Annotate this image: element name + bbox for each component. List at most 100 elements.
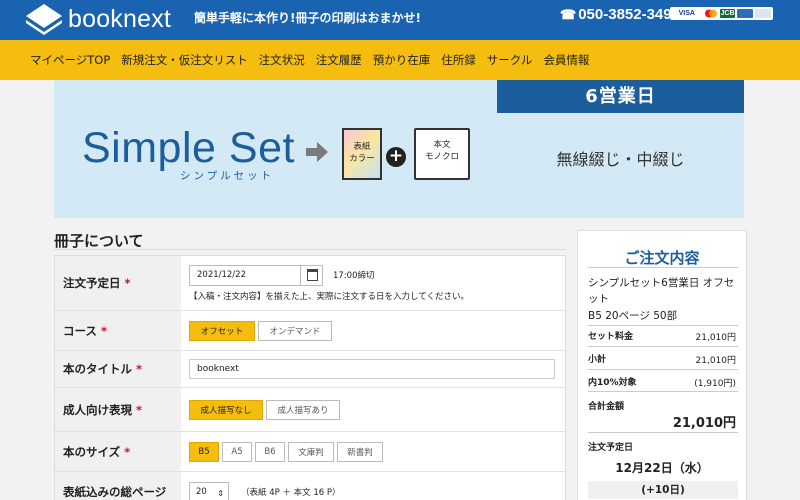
nav-order-status[interactable]: 注文状況 <box>259 52 305 68</box>
pages-value: 20 <box>196 487 207 497</box>
total-label: 合計金額 <box>588 402 625 412</box>
order-date-label: 注文予定日 * <box>55 256 181 310</box>
banner-subtitle: シンプルセット <box>180 170 275 182</box>
nav-circle[interactable]: サークル <box>487 52 533 68</box>
course-label: コース * <box>55 311 181 350</box>
course-ondemand-button[interactable]: オンデマンド <box>258 320 332 341</box>
summary-divider <box>588 267 738 268</box>
summary-divider <box>588 346 738 347</box>
required-mark: * <box>136 362 143 376</box>
title-label: 本のタイトル * <box>55 351 181 387</box>
arrow-right-icon <box>306 142 328 162</box>
nav-member-info[interactable]: 会員情報 <box>543 52 589 68</box>
nav-address-book[interactable]: 住所録 <box>441 52 476 68</box>
summary-date-value: 12月22日（水） <box>615 461 709 475</box>
row-title: 本のタイトル * booknext <box>55 351 565 388</box>
required-mark: * <box>124 276 131 290</box>
section-title: 冊子について <box>54 232 144 250</box>
banner-title: Simple Set <box>82 124 295 172</box>
tax-label: 内10%対象 <box>588 378 637 388</box>
required-mark: * <box>124 444 131 459</box>
calendar-icon <box>307 269 318 281</box>
book-title-input[interactable]: booknext <box>189 359 555 379</box>
order-cutoff: 17:00締切 <box>333 271 375 281</box>
row-course: コース * オフセット オンデマンド <box>55 311 565 351</box>
course-body: オフセット オンデマンド <box>181 311 565 350</box>
mastercard-icon <box>704 9 718 18</box>
summary-product: シンプルセット6営業日 オフセット <box>588 277 735 305</box>
adult-none-button[interactable]: 成人描写なし <box>189 399 263 420</box>
section-divider <box>54 249 566 250</box>
updown-arrow-icon: ⇕ <box>217 489 224 498</box>
brand-name: booknext <box>68 4 172 33</box>
size-a5-button[interactable]: A5 <box>222 441 252 462</box>
set-price-value: 21,010円 <box>695 333 737 343</box>
payment-cards: VISA JCB <box>670 7 773 20</box>
nav-order-history[interactable]: 注文履歴 <box>316 52 362 68</box>
adult-label: 成人向け表現 * <box>55 388 181 431</box>
order-summary: ご注文内容 シンプルセット6営業日 オフセット B5 20ページ 50部 セット… <box>577 230 747 500</box>
size-label: 本のサイズ * <box>55 432 181 471</box>
tagline: 簡単手軽に本作り!冊子の印刷はおまかせ! <box>194 11 421 25</box>
row-size: 本のサイズ * B5 A5 B6 文庫判 新書判 <box>55 432 565 472</box>
adult-label-text: 成人向け表現 <box>63 402 132 417</box>
turnaround-days: 6営業日 <box>497 80 744 113</box>
order-date-input[interactable]: 2021/12/22 <box>189 265 301 286</box>
adult-body: 成人描写なし 成人描写あり <box>181 388 565 431</box>
summary-days: (+10日) <box>588 481 738 499</box>
tax-value: (1,910円) <box>694 379 736 389</box>
course-label-text: コース <box>63 323 97 338</box>
subtotal-value: 21,010円 <box>695 356 737 366</box>
adult-present-button[interactable]: 成人描写あり <box>266 399 340 420</box>
nav-mypage[interactable]: マイページTOP <box>30 52 110 68</box>
total-value: 21,010円 <box>672 416 736 431</box>
body-label-top: 本文 <box>433 140 451 150</box>
size-label-text: 本のサイズ <box>63 444 121 459</box>
pages-body: 20 ⇕ （表紙 4P ＋ 本文 16 P） <box>181 472 565 500</box>
dc-card-icon <box>755 9 771 18</box>
summary-divider <box>588 391 738 392</box>
order-date-body: 2021/12/22 17:00締切 【入稿・注文内容】を揃えた上、実際に注文す… <box>181 256 565 310</box>
summary-divider <box>588 369 738 370</box>
cover-label-bottom: カラー <box>349 154 375 164</box>
plus-icon: + <box>386 147 406 167</box>
size-b6-button[interactable]: B6 <box>255 441 285 462</box>
summary-date-label: 注文予定日 <box>588 443 634 453</box>
required-mark: * <box>100 323 107 338</box>
body-label-bottom: モノクロ <box>424 152 459 162</box>
site-logo[interactable]: booknext <box>24 2 171 36</box>
size-b5-button[interactable]: B5 <box>189 441 219 462</box>
product-banner: Simple Set シンプルセット 表紙 カラー + 本文 モノクロ 6営業日… <box>54 80 744 218</box>
logo-book-icon <box>26 4 62 35</box>
phone-text: 050-3852-3490 <box>578 6 680 23</box>
summary-divider <box>588 432 738 433</box>
booklet-form: 注文予定日 * 2021/12/22 17:00締切 【入稿・注文内容】を揃えた上… <box>54 255 566 500</box>
row-adult: 成人向け表現 * 成人描写なし 成人描写あり <box>55 388 565 432</box>
required-mark: * <box>136 402 143 417</box>
phone-icon: ☎ <box>560 6 577 22</box>
nav-stock[interactable]: 預かり在庫 <box>373 52 431 68</box>
pages-select[interactable]: 20 ⇕ <box>189 482 229 500</box>
order-date-note: 【入稿・注文内容】を揃えた上、実際に注文する日を入力してください。 <box>189 292 469 302</box>
set-price-label: セット料金 <box>588 332 634 342</box>
pages-breakdown: （表紙 4P ＋ 本文 16 P） <box>241 488 341 498</box>
nav-new-order[interactable]: 新規注文・仮注文リスト <box>121 52 248 68</box>
site-header: booknext 簡単手軽に本作り!冊子の印刷はおまかせ! ☎ 050-3852… <box>0 0 800 40</box>
course-offset-button[interactable]: オフセット <box>189 320 255 341</box>
visa-card-icon: VISA <box>678 10 695 17</box>
summary-spec: B5 20ページ 50部 <box>588 310 678 322</box>
pages-label-text: 表紙込みの総ページ <box>63 485 167 499</box>
binding-types: 無線綴じ・中綴じ <box>556 150 685 169</box>
amex-card-icon <box>737 9 754 18</box>
size-bunko-button[interactable]: 文庫判 <box>288 441 334 462</box>
cover-label-top: 表紙 <box>353 142 371 152</box>
cover-book-icon: 表紙 カラー <box>342 128 382 180</box>
size-shinsho-button[interactable]: 新書判 <box>337 441 383 462</box>
calendar-button[interactable] <box>301 265 323 286</box>
summary-divider <box>588 325 738 326</box>
row-pages: 表紙込みの総ページ 20 ⇕ （表紙 4P ＋ 本文 16 P） <box>55 472 565 500</box>
size-body: B5 A5 B6 文庫判 新書判 <box>181 432 565 471</box>
body-book-icon: 本文 モノクロ <box>414 128 470 180</box>
row-order-date: 注文予定日 * 2021/12/22 17:00締切 【入稿・注文内容】を揃えた上… <box>55 256 565 311</box>
main-nav: マイページTOP 新規注文・仮注文リスト 注文状況 注文履歴 預かり在庫 住所録… <box>0 40 800 80</box>
